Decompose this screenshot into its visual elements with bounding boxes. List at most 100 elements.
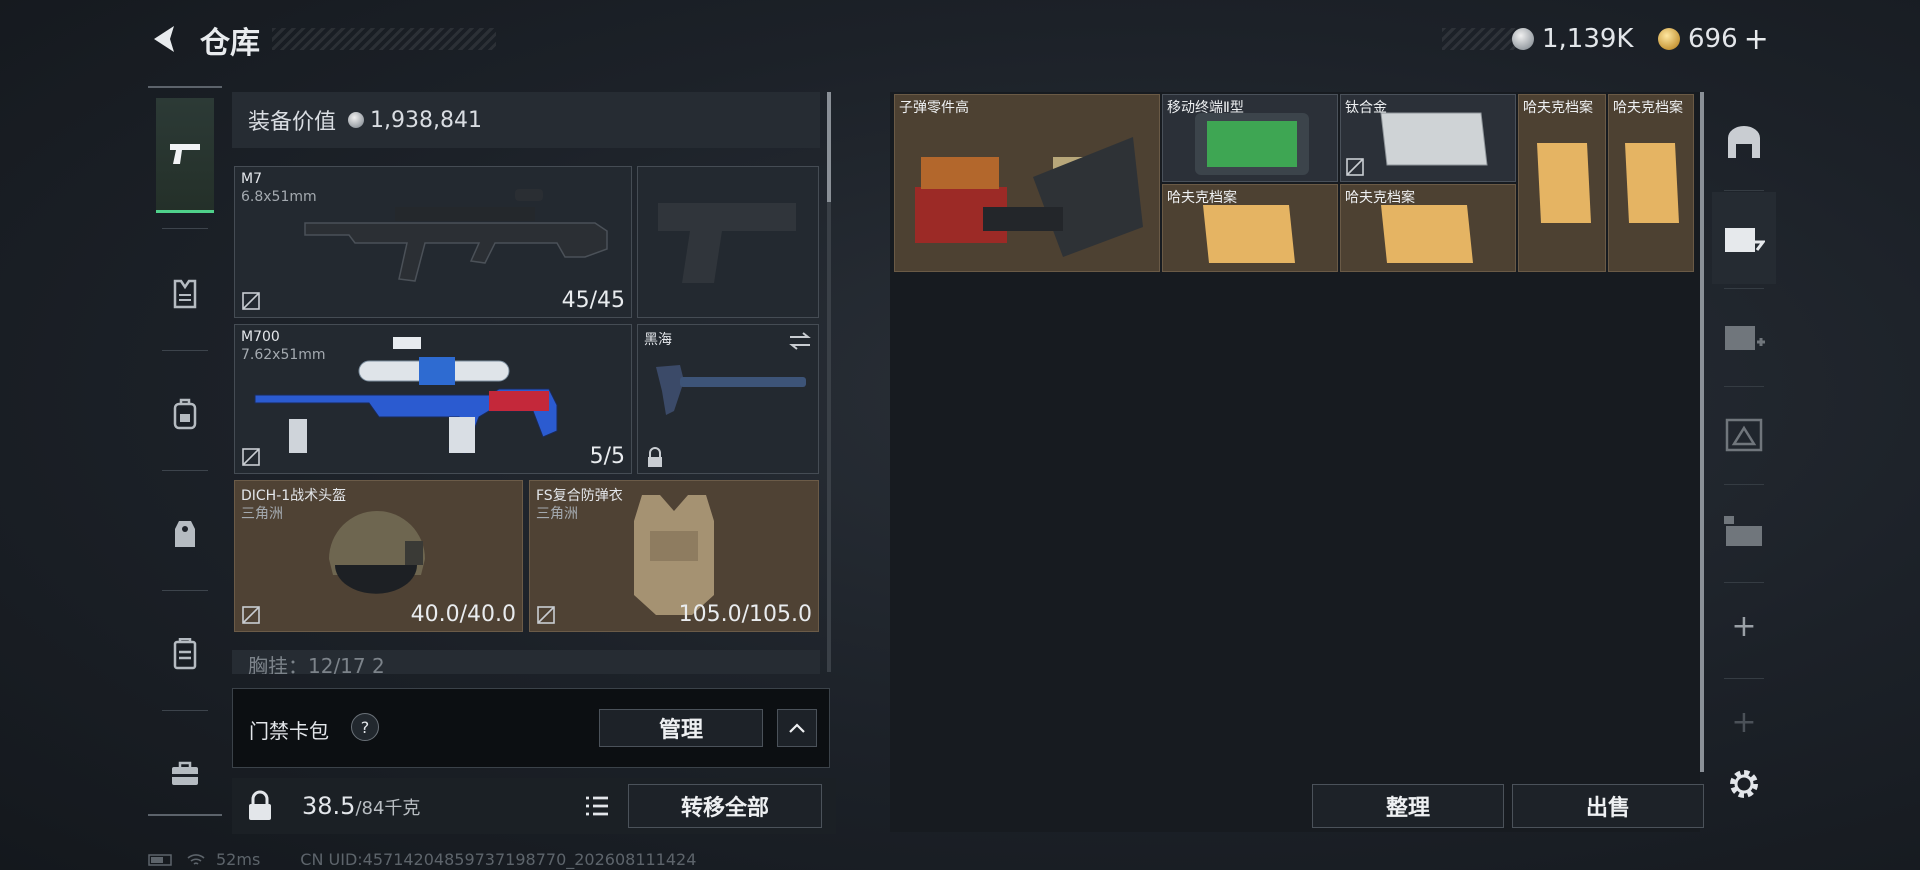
keycard-case-label: 门禁卡包 (249, 719, 329, 743)
primary-weapon-slot[interactable]: M7 6.8x51mm 45/45 (234, 166, 632, 318)
no-insurance-icon (242, 292, 260, 310)
silver-amount: 1,139K (1542, 24, 1634, 54)
backpack-icon (173, 398, 197, 430)
carry-weight-current: 38.5 (302, 792, 356, 820)
storage-tier-icon (1725, 418, 1763, 452)
carry-weight: 38.5/84千克 (302, 792, 420, 820)
list-view-icon[interactable] (584, 794, 610, 818)
ammo-parts-box-image (915, 137, 1143, 257)
no-insurance-icon (242, 606, 260, 624)
equipment-scrollbar[interactable] (827, 92, 831, 672)
sidebar-tab-chest-rig[interactable] (156, 478, 214, 590)
slot-item-name: 黑海 (644, 332, 672, 348)
document-folder-image (1625, 143, 1679, 223)
stash-scrollbar[interactable] (1700, 92, 1704, 772)
add-currency-button[interactable]: + (1744, 22, 1769, 57)
add-stash-page-button[interactable]: + (1712, 580, 1776, 672)
silver-currency: 1,139K (1512, 22, 1633, 56)
gold-amount: 696 (1688, 24, 1738, 54)
armor-vest-icon (173, 279, 197, 309)
divider (162, 350, 208, 351)
stash-category-sidebar: + + (1712, 92, 1776, 832)
manage-button[interactable]: 管理 (599, 709, 763, 747)
add-container-icon (1725, 326, 1765, 350)
sort-button[interactable]: 整理 (1312, 784, 1504, 828)
back-arrow-icon[interactable] (148, 22, 182, 56)
document-folder-image (1381, 205, 1473, 263)
mobile-terminal-image (1195, 113, 1309, 175)
stash-tab-add-container[interactable] (1712, 290, 1776, 382)
titanium-alloy-image (1380, 112, 1488, 166)
sniper-rifle-image (254, 337, 558, 454)
sell-button[interactable]: 出售 (1512, 784, 1704, 828)
settings-button[interactable] (1712, 738, 1776, 830)
ammo-count: 45/45 (561, 288, 625, 313)
no-insurance-icon (1346, 158, 1364, 176)
sidearm-slot-empty[interactable] (637, 166, 819, 318)
stash-item[interactable]: 哈夫克档案 (1162, 184, 1338, 272)
tomahawk-image (656, 365, 806, 415)
stash-tab-all[interactable] (1712, 96, 1776, 188)
stash-tab-storage-iv[interactable] (1712, 388, 1776, 480)
no-insurance-icon (537, 606, 555, 624)
equipment-value-bar: 装备价值 1,938,841 (232, 92, 820, 148)
item-name: 哈夫克档案 (1613, 100, 1683, 116)
wifi-icon (187, 853, 205, 865)
stash-tab-transfer[interactable] (1712, 192, 1776, 284)
storage-tier-icon (1724, 516, 1762, 546)
container-icon (173, 638, 197, 670)
gold-currency[interactable]: 696 + (1658, 22, 1769, 57)
silver-coin-icon (348, 112, 365, 128)
slot-item-origin: 三角洲 (536, 506, 578, 522)
sidebar-tab-case[interactable] (156, 718, 214, 830)
user-id: CN UID:457142048597371987​70_20260811142… (300, 850, 697, 869)
stash-grid: 子弹零件高 移动终端Ⅱ型 钛合金 哈夫克档案 哈夫克档案 哈夫克档案 哈夫克档案 (894, 94, 1694, 274)
stash-item[interactable]: 移动终端Ⅱ型 (1162, 94, 1338, 182)
sidebar-tab-backpack[interactable] (156, 358, 214, 470)
chevron-up-icon (789, 723, 805, 733)
equipment-value: 1,938,841 (370, 107, 482, 133)
stash-item[interactable]: 哈夫克档案 (1608, 94, 1694, 272)
durability: 40.0/40.0 (410, 602, 516, 627)
collapse-button[interactable] (777, 709, 817, 747)
slot-item-name: M7 (241, 171, 262, 187)
help-button[interactable]: ? (351, 713, 379, 741)
swap-icon[interactable] (788, 331, 812, 351)
status-bar: 52ms CN UID:457142048597371987​70_202608… (148, 850, 696, 869)
no-insurance-icon (242, 448, 260, 466)
secondary-weapon-slot[interactable]: M700 7.62x51mm 5/5 (234, 324, 632, 474)
stash-item[interactable]: 钛合金 (1340, 94, 1516, 182)
warehouse-icon (1728, 126, 1760, 158)
helmet-image (329, 511, 425, 594)
title-decoration (272, 28, 496, 50)
keycard-case-panel: 门禁卡包 ? 管理 (232, 688, 830, 768)
chest-rig-icon (175, 521, 195, 547)
sidebar-tab-armor[interactable] (156, 238, 214, 350)
stash-item[interactable]: 哈夫克档案 (1340, 184, 1516, 272)
gold-coin-icon (1658, 28, 1680, 50)
transfer-all-button[interactable]: 转移全部 (628, 784, 822, 828)
gear-icon (1730, 770, 1758, 798)
melee-slot[interactable]: 黑海 (637, 324, 819, 474)
chest-rig-row[interactable]: 胸挂：12/17 2 (232, 650, 820, 674)
transfer-items-icon (1725, 228, 1765, 252)
divider (162, 470, 208, 471)
equipment-value-label: 装备价值 (248, 110, 337, 135)
sidebar-tab-weapons[interactable] (156, 98, 214, 213)
sidebar-tab-container[interactable] (156, 598, 214, 710)
stash-item[interactable]: 哈夫克档案 (1518, 94, 1606, 272)
body-armor-slot[interactable]: FS复合防弹衣 三角洲 105.0/105.0 (529, 480, 819, 632)
helmet-slot[interactable]: DICH-1战术头盔 三角洲 40.0/40.0 (234, 480, 523, 632)
carry-weight-max: /84千克 (355, 798, 421, 819)
divider (162, 710, 208, 711)
divider (162, 228, 208, 229)
loadout-sidebar (148, 86, 222, 816)
stash-item[interactable]: 子弹零件高 (894, 94, 1160, 272)
document-folder-image (1537, 143, 1591, 223)
durability: 105.0/105.0 (678, 602, 812, 627)
body-armor-image (634, 495, 714, 615)
briefcase-icon (172, 761, 198, 785)
stash-tab-storage-iv-b[interactable] (1712, 486, 1776, 578)
weight-lock-icon (249, 790, 271, 820)
item-name: 哈夫克档案 (1523, 100, 1593, 116)
